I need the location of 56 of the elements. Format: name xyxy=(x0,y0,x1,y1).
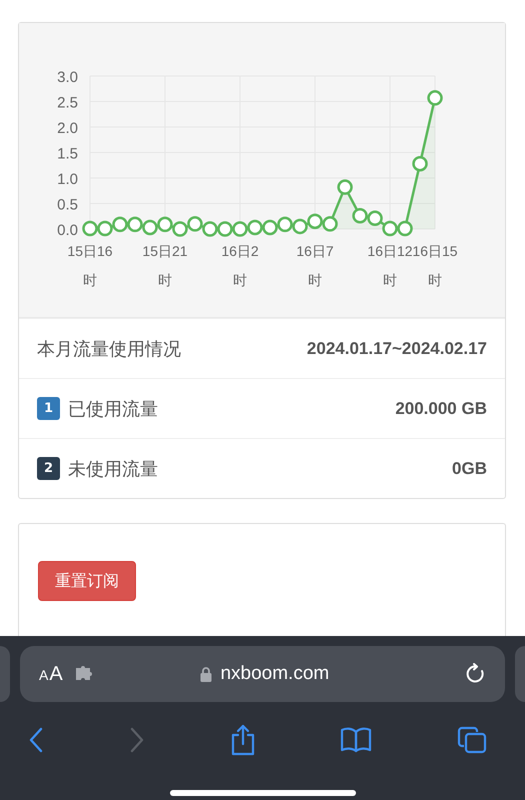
y-tick-label: 1.0 xyxy=(57,171,78,188)
x-tick-label: 16日2时 xyxy=(220,242,260,290)
x-tick-label: 15日21时 xyxy=(141,242,189,290)
usage-value: 2024.01.17~2024.02.17 xyxy=(306,338,487,358)
share-icon[interactable] xyxy=(230,724,256,756)
usage-label: 已使用流量 xyxy=(68,398,158,420)
x-tick-label: 16日12时 xyxy=(366,242,414,290)
data-point xyxy=(172,221,188,237)
data-point xyxy=(112,216,128,232)
x-tick-label: 15日16时 xyxy=(66,242,114,290)
data-point xyxy=(382,220,398,236)
number-badge: 2 xyxy=(37,457,60,480)
data-point xyxy=(262,220,278,236)
data-point xyxy=(97,220,113,236)
x-tick-label: 16日7时 xyxy=(295,242,335,290)
data-point xyxy=(82,220,98,236)
usage-value: 200.000 GB xyxy=(395,398,487,418)
data-point xyxy=(217,221,233,237)
number-badge: 1 xyxy=(37,397,60,420)
reset-subscription-button[interactable]: 重置订阅 xyxy=(38,561,136,601)
data-point xyxy=(232,221,248,237)
text-size-button[interactable]: AA xyxy=(39,662,63,686)
data-point xyxy=(157,216,173,232)
tabs-icon[interactable] xyxy=(457,726,487,754)
data-point xyxy=(247,220,263,236)
data-point xyxy=(367,210,383,226)
data-point xyxy=(352,208,368,224)
y-tick-label: 0.5 xyxy=(57,196,78,214)
y-tick-label: 2.5 xyxy=(57,94,78,112)
lock-icon xyxy=(200,666,212,682)
data-point xyxy=(127,216,143,232)
data-point xyxy=(142,220,158,236)
y-tick-label: 0.0 xyxy=(57,222,78,239)
forward-icon[interactable] xyxy=(128,727,145,753)
address-bar[interactable]: AA nxboom.com xyxy=(20,646,505,702)
data-point xyxy=(337,179,353,195)
data-point xyxy=(307,214,323,230)
usage-label: 本月流量使用情况 xyxy=(37,338,181,360)
data-point xyxy=(427,90,443,106)
data-point xyxy=(202,221,218,237)
data-point xyxy=(187,216,203,232)
data-point xyxy=(397,220,413,236)
url-text[interactable]: nxboom.com xyxy=(220,663,330,685)
usage-value: 0GB xyxy=(452,458,487,478)
data-point xyxy=(277,216,293,232)
y-tick-label: 2.0 xyxy=(57,120,78,137)
usage-label: 未使用流量 xyxy=(68,458,158,480)
puzzle-icon[interactable] xyxy=(74,666,95,682)
back-icon[interactable] xyxy=(28,727,44,753)
y-tick-label: 1.5 xyxy=(57,146,78,162)
data-point xyxy=(412,156,428,172)
book-icon[interactable] xyxy=(340,727,372,753)
x-tick-label: 16日15时 xyxy=(412,242,459,290)
data-point xyxy=(322,216,338,232)
y-tick-label: 3.0 xyxy=(57,69,78,86)
data-point xyxy=(292,218,308,234)
